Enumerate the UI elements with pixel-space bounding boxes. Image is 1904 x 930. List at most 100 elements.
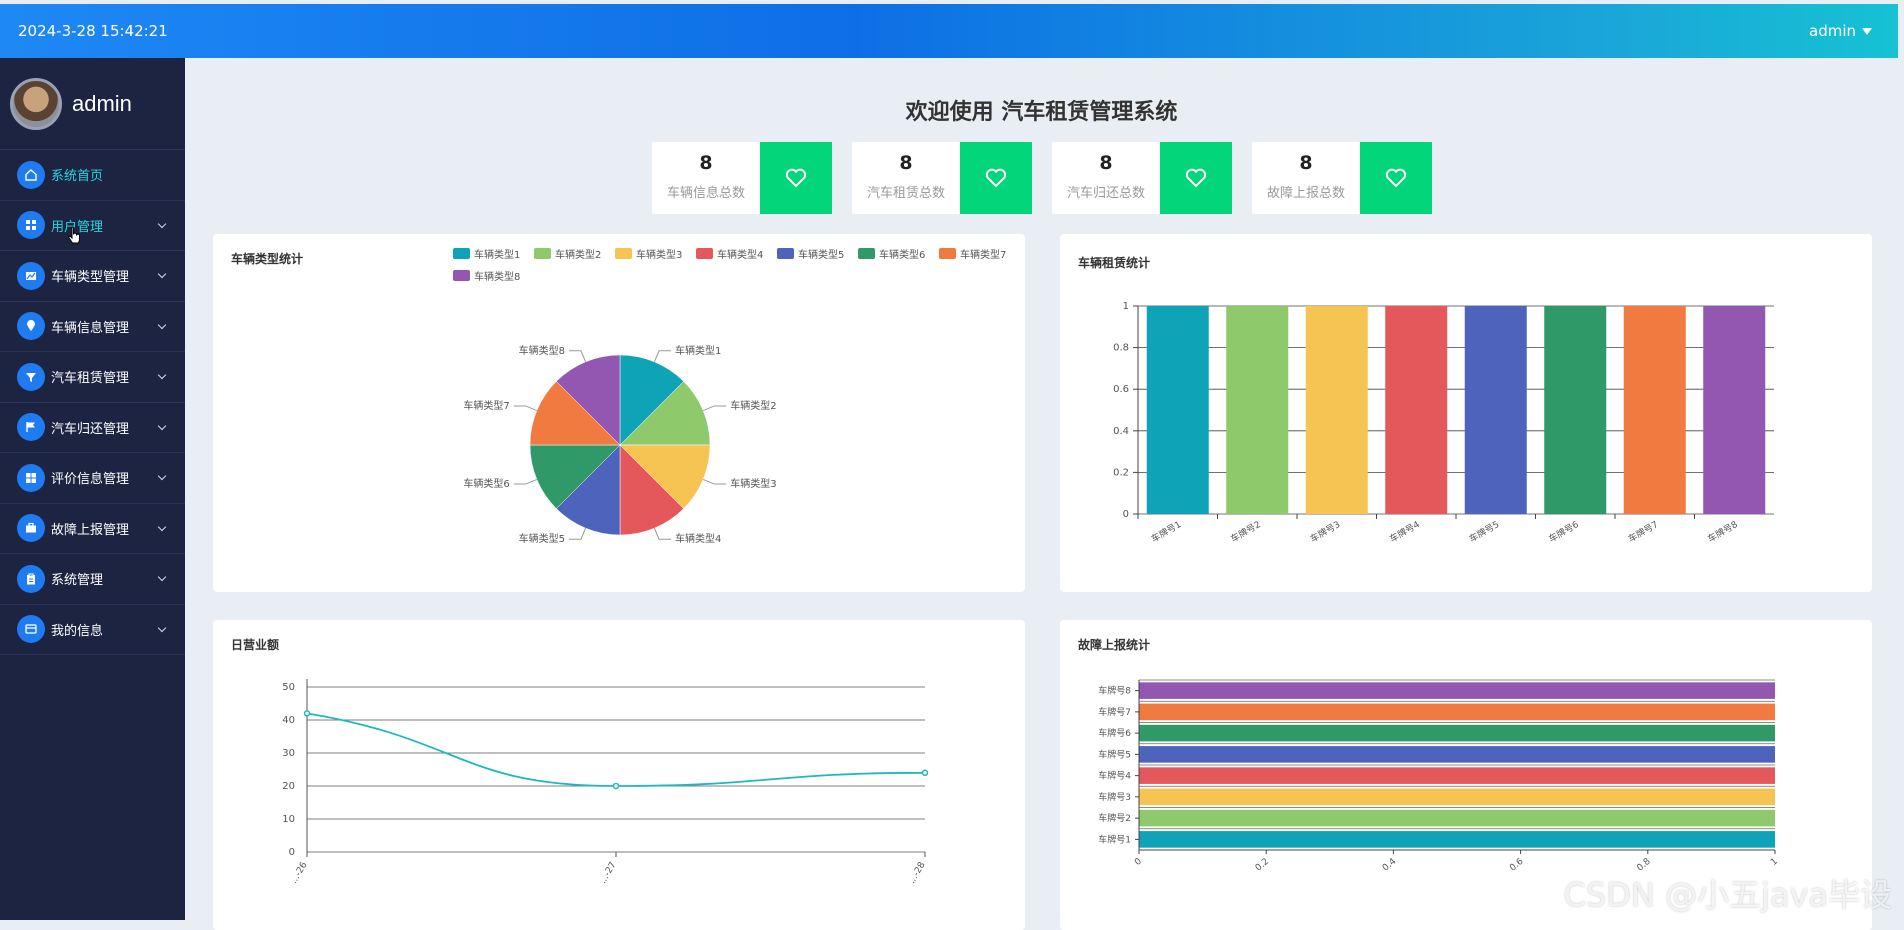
data-point [921,769,929,777]
sidebar-profile: admin [0,58,185,150]
stat-value: 8 [1099,152,1113,174]
y-tick-label: 车牌号4 [1098,770,1131,782]
x-tick-label: 0.4 [1381,856,1399,873]
pie-label-line [702,478,727,485]
sidebar-item-7[interactable]: 故障上报管理 [0,504,185,554]
sidebar-item-label: 故障上报管理 [51,522,130,538]
pie-slice-label: 车辆类型6 [463,477,509,490]
sidebar-menu: 系统首页用户管理 车辆类型管理车辆信息管理汽车租赁管理 汽车归还管理评价信息管理 故障… [0,150,185,655]
heart-icon [1160,142,1232,214]
y-tick-label: 车牌号3 [1098,791,1131,803]
chevron-down-icon [157,320,167,329]
y-tick-label: 车牌号5 [1098,748,1131,760]
y-tick-label: 车牌号8 [1098,685,1131,697]
bar [1139,831,1775,848]
legend-label: 车辆类型2 [555,248,601,261]
sidebar-item-label: 评价信息管理 [51,472,130,488]
home-icon [17,160,45,189]
sidebar-item-label: 我的信息 [51,623,104,639]
top-header-bar: 2024-3-28 15:42:21 admin [0,4,1898,58]
chart-card-daily-revenue: 日营业额 0 10 20 30 40 50 ...-26 ...-27 ...-28 [213,620,1025,930]
user-name: admin [1809,22,1856,40]
sidebar-item-8[interactable]: 系统管理 [0,554,185,605]
watermark: CSDN @小五java毕设 [1563,876,1892,914]
pie-label-line [653,350,672,363]
pie-label-line [513,478,538,485]
chevron-down-icon [157,623,167,632]
mouse-cursor-icon [68,226,80,244]
x-tick-label: ...-28 [907,860,927,885]
bar [1139,703,1775,721]
legend-swatch [534,248,551,259]
legend-label: 车辆类型8 [474,270,520,283]
flag-icon [17,413,45,442]
sidebar-item-9[interactable]: 我的信息 [0,605,185,655]
bar [1464,306,1527,514]
sidebar-item-1[interactable]: 用户管理 [0,201,185,251]
legend-swatch [939,248,956,259]
data-point [303,710,311,717]
sidebar-item-3[interactable]: 车辆信息管理 [0,302,185,352]
sidebar-item-5[interactable]: 汽车归还管理 [0,403,185,453]
x-tick-label: 车牌号8 [1705,518,1740,545]
bar [1305,306,1368,514]
y-tick-label: 1 [1123,301,1129,312]
x-tick-label: 车牌号6 [1546,518,1581,545]
profile-name: admin [72,90,132,116]
heart-icon [1360,142,1432,214]
sidebar: admin 系统首页用户管理 车辆类型管理车辆信息管理汽车租赁管理 汽车归还管理评价… [0,58,185,920]
x-tick-label: 车牌号3 [1308,518,1342,545]
pie-label-line [702,405,727,412]
y-tick-label: 30 [282,748,295,759]
stat-label: 汽车归还总数 [1066,186,1145,201]
sidebar-item-label: 车辆信息管理 [51,320,130,336]
sidebar-item-0[interactable]: 系统首页 [0,150,185,201]
stat-label: 故障上报总数 [1266,186,1345,201]
legend-swatch [696,248,713,259]
sidebar-item-4[interactable]: 汽车租赁管理 [0,352,185,403]
y-tick-label: 车牌号1 [1098,833,1131,845]
y-tick-label: 车牌号6 [1098,727,1131,739]
heart-icon [960,142,1032,214]
stat-card-return: 8 汽车归还总数 [1052,142,1232,214]
bar-chart: 0 0.2 0.4 0.6 0.8 1 车牌号1 车牌号2 车牌号3 车牌号4 车牌号5 车牌号6 车牌… [1113,301,1774,545]
briefcase-icon [17,514,45,543]
chevron-down-icon [157,269,167,279]
chart-card-vehicle-type: 车辆类型统计 车辆类型1 车辆类型2 车辆类型3 车辆类型4 车辆类型5 车辆类型6 车辆类… [213,234,1025,592]
sidebar-item-label: 系统首页 [51,169,104,185]
legend-label: 车辆类型1 [474,248,520,261]
bar [1139,682,1775,699]
bar [1139,767,1775,784]
pie-slice-label: 车辆类型5 [519,532,565,545]
card-icon [17,615,45,644]
bar [1146,306,1209,514]
legend-label: 车辆类型3 [636,248,682,261]
legend-label: 车辆类型5 [798,248,844,261]
y-tick-label: 0 [1123,509,1129,520]
pie-label-line [653,527,672,540]
pie-label-line [568,527,587,540]
y-tick-label: 车牌号2 [1098,812,1131,824]
x-tick-label: 车牌号7 [1626,518,1660,545]
legend-swatch [453,270,470,281]
pie-label-line [568,350,587,363]
y-tick-label: 10 [282,814,295,825]
chevron-down-icon [157,572,167,582]
sidebar-item-2[interactable]: 车辆类型管理 [0,251,185,302]
y-tick-label: 50 [282,682,295,693]
user-dropdown[interactable]: admin [1809,22,1880,40]
chart-card-rental: 车辆租赁统计 0 0.2 0.4 0.6 0.8 1 车牌号1 车牌号2 车牌号3 车牌号4 车牌号… [1060,234,1872,592]
x-tick-label: 0 [1133,856,1144,868]
x-tick-label: ...-27 [598,861,618,886]
legend-swatch [615,248,632,259]
stat-card-fault: 8 故障上报总数 [1252,142,1432,214]
sidebar-item-6[interactable]: 评价信息管理 [0,453,185,504]
bar [1385,306,1448,514]
stat-label: 汽车租赁总数 [866,186,945,201]
pie-slice-label: 车辆类型8 [519,344,565,357]
pie-chart: 车辆类型1 车辆类型2 车辆类型3 车辆类型4 车辆类型5 车辆类型6 车辆类型7 车辆类型8… [453,248,1006,545]
legend-swatch [777,248,794,259]
series-line [306,712,926,787]
pin-icon [17,312,45,341]
chevron-down-icon [157,370,167,380]
